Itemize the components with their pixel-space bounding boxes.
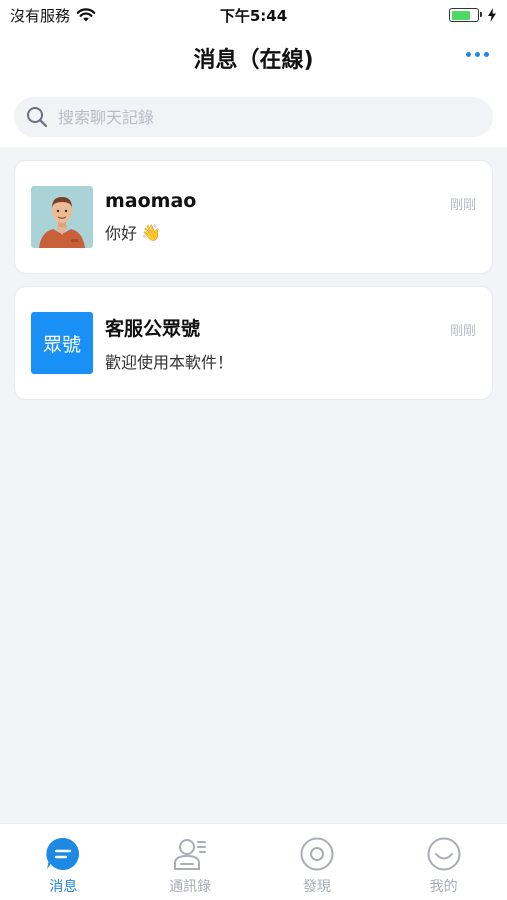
more-dot-icon [475, 52, 480, 57]
last-message: 你好 👋 [105, 220, 476, 244]
conversation-list: maomao 你好 👋 剛剛 眾號 客服公眾號 歡迎使用本軟件！ 剛剛 [0, 147, 507, 400]
smile-icon [426, 836, 462, 872]
tab-label: 發現 [302, 879, 331, 895]
battery-icon [449, 8, 482, 22]
chat-bubble-icon [45, 836, 81, 872]
avatar [31, 186, 93, 248]
status-left: 沒有服務 [10, 5, 96, 26]
wave-emoji: 👋 [141, 222, 161, 242]
contact-name: maomao [105, 190, 197, 212]
status-bar: 沒有服務 下午5:44 [0, 0, 507, 30]
search-bar[interactable] [14, 97, 493, 137]
tab-label: 通訊錄 [169, 879, 212, 895]
last-message: 歡迎使用本軟件！ [105, 349, 476, 373]
contacts-icon [172, 836, 208, 872]
search-input[interactable] [58, 107, 481, 127]
tab-discover[interactable]: 發現 [254, 824, 381, 900]
more-options-button[interactable] [462, 48, 493, 61]
conversation-body: 客服公眾號 歡迎使用本軟件！ [105, 314, 476, 373]
tab-messages[interactable]: 消息 [0, 824, 127, 900]
battery-fill [451, 10, 471, 20]
nav-bar: 消息（在線) [0, 30, 507, 85]
conversation-body: maomao 你好 👋 [105, 190, 476, 244]
message-time: 剛剛 [449, 198, 476, 213]
last-message-text: 你好 [105, 224, 138, 243]
message-time: 剛剛 [449, 324, 476, 339]
charging-bolt-icon [488, 8, 496, 22]
more-dot-icon [484, 52, 489, 57]
conversation-item-maomao[interactable]: maomao 你好 👋 剛剛 [14, 160, 493, 274]
search-icon [27, 107, 48, 128]
status-right [449, 8, 497, 22]
more-dot-icon [466, 52, 471, 57]
avatar-text: 眾號 [42, 333, 81, 356]
carrier-label: 沒有服務 [10, 6, 71, 25]
discover-icon [299, 836, 335, 872]
person-avatar-icon [31, 186, 93, 248]
tab-label: 消息 [49, 879, 78, 895]
conversation-item-official-account[interactable]: 眾號 客服公眾號 歡迎使用本軟件！ 剛剛 [14, 286, 493, 400]
avatar: 眾號 [31, 312, 93, 374]
tab-me[interactable]: 我的 [380, 824, 507, 900]
top-area: 沒有服務 下午5:44 消息（在線) [0, 0, 507, 147]
last-message-text: 歡迎使用本軟件！ [105, 352, 234, 372]
tab-label: 我的 [429, 879, 458, 895]
tab-contacts[interactable]: 通訊錄 [127, 824, 254, 900]
search-wrapper [0, 85, 507, 147]
contact-name: 客服公眾號 [105, 317, 201, 340]
bottom-tab-bar: 消息 通訊錄 發現 我的 [0, 823, 507, 900]
wifi-icon [76, 7, 96, 21]
page-title: 消息（在線) [193, 47, 314, 73]
